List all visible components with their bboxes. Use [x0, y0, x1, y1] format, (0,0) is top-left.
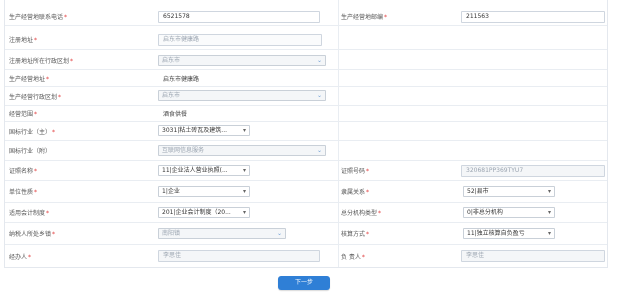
row-unit-nature: 单位性质* 1|企业 ▾ 隶属关系* 52|县市 ▾	[5, 181, 607, 203]
prod-region-label: 生产经营行政区划*	[9, 93, 62, 101]
column-divider	[338, 0, 339, 267]
industry-main-select[interactable]: 3031|粘土砖瓦及建筑... ▾	[158, 125, 250, 136]
postcode-label: 生产经营地邮编*	[341, 14, 388, 21]
scope-label: 经营范围*	[9, 111, 38, 118]
row-cert: 证照名称* 11|企业法人营业执照(... ▾ 证照号码* 320681PP369…	[5, 161, 607, 181]
accounting-method-label: 核算方式*	[341, 231, 370, 238]
caret-down-icon: ▾	[242, 188, 246, 195]
industry-sub-select[interactable]: 互联网信息服务 ⌄	[158, 145, 326, 156]
row-taxpayer-town: 纳税人所处乡镇* 南阳镇 ⌄ 核算方式* 11|独立核算自负盈亏 ▾	[5, 223, 607, 245]
handler-input[interactable]: 李思佳	[158, 250, 320, 262]
person-in-charge-input[interactable]: 李思佳	[461, 250, 605, 262]
scope-text: 酒食供餐	[163, 111, 188, 118]
chevron-down-icon: ⌄	[316, 92, 322, 99]
row-reg-address: 注册地址* 启东市健康路	[5, 30, 607, 50]
cert-no-input[interactable]: 320681PP369TYU7	[461, 165, 605, 177]
prod-address-label: 生产经营地址*	[9, 75, 50, 83]
row-handler: 经办人* 李思佳 负 责人* 李思佳	[5, 245, 607, 267]
prod-address-text: 启东市健康路	[163, 75, 200, 83]
row-scope: 经营范围* 酒食供餐	[5, 106, 607, 122]
row-industry-sub: 国标行业（附） 互联网信息服务 ⌄	[5, 141, 607, 161]
cert-name-select[interactable]: 11|企业法人营业执照(... ▾	[158, 165, 250, 176]
next-step-button[interactable]: 下一步	[278, 276, 330, 290]
row-reg-region: 注册地址所在行政区划* 启东市 ⌄	[5, 52, 607, 70]
unit-nature-label: 单位性质*	[9, 189, 38, 196]
prod-region-select[interactable]: 启东市 ⌄	[158, 90, 326, 101]
reg-address-input[interactable]: 启东市健康路	[158, 34, 322, 46]
chevron-down-icon: ⌄	[316, 147, 322, 154]
caret-down-icon: ▾	[242, 167, 246, 174]
chevron-down-icon: ⌄	[276, 230, 282, 237]
cert-no-label: 证照号码*	[341, 168, 370, 175]
branch-type-select[interactable]: 0|非总分机构 ▾	[463, 207, 555, 218]
affiliation-select[interactable]: 52|县市 ▾	[463, 186, 555, 197]
caret-down-icon: ▾	[547, 209, 551, 216]
handler-label: 经办人*	[9, 253, 32, 261]
industry-sub-label: 国标行业（附）	[9, 148, 52, 155]
accounting-method-select[interactable]: 11|独立核算自负盈亏 ▾	[463, 228, 555, 239]
branch-type-label: 总分机构类型*	[341, 210, 382, 217]
person-in-charge-label: 负 责人*	[341, 253, 365, 261]
taxpayer-town-select[interactable]: 南阳镇 ⌄	[158, 228, 286, 239]
unit-nature-select[interactable]: 1|企业 ▾	[158, 186, 250, 197]
contact-phone-label: 生产经营地联系电话*	[9, 14, 68, 21]
cert-name-label: 证照名称*	[9, 168, 38, 175]
postcode-input[interactable]: 211563	[461, 11, 605, 23]
registration-form: 生产经营地联系电话* 6521578 生产经营地邮编* 211563 注册地址*…	[4, 0, 608, 268]
reg-region-label: 注册地址所在行政区划*	[9, 58, 74, 65]
accounting-select[interactable]: 201|企业会计制度（20... ▾	[158, 207, 250, 218]
taxpayer-town-label: 纳税人所处乡镇*	[9, 231, 56, 238]
industry-main-label: 国标行业（主）*	[9, 128, 56, 136]
reg-region-select[interactable]: 启东市 ⌄	[158, 55, 326, 66]
caret-down-icon: ▾	[547, 230, 551, 237]
accounting-label: 适用会计制度*	[9, 210, 50, 217]
caret-down-icon: ▾	[242, 127, 246, 134]
row-prod-address: 生产经营地址* 启东市健康路	[5, 70, 607, 87]
row-contact-phone: 生产经营地联系电话* 6521578 生产经营地邮编* 211563	[5, 8, 607, 26]
affiliation-label: 隶属关系*	[341, 189, 370, 196]
caret-down-icon: ▾	[242, 209, 246, 216]
caret-down-icon: ▾	[547, 188, 551, 195]
row-accounting: 适用会计制度* 201|企业会计制度（20... ▾ 总分机构类型* 0|非总分机…	[5, 203, 607, 223]
row-prod-region: 生产经营行政区划* 启东市 ⌄	[5, 87, 607, 106]
contact-phone-input[interactable]: 6521578	[158, 11, 320, 23]
chevron-down-icon: ⌄	[316, 57, 322, 64]
row-industry-main: 国标行业（主）* 3031|粘土砖瓦及建筑... ▾	[5, 122, 607, 141]
reg-address-label: 注册地址*	[9, 37, 38, 44]
